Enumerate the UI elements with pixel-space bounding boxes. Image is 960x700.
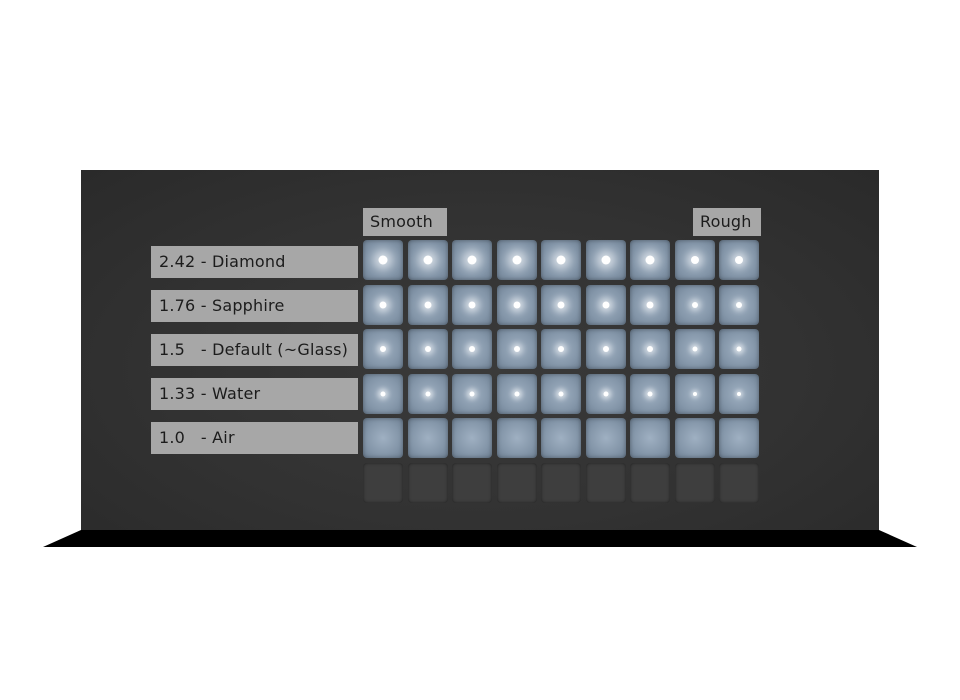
rough-label: Rough: [693, 208, 761, 236]
material-tile: [541, 418, 581, 458]
specular-highlight: [379, 301, 387, 308]
material-tile: [585, 329, 626, 369]
material-tile: [363, 240, 403, 280]
specular-highlight: [557, 301, 565, 308]
material-tile: [407, 329, 448, 369]
render-scene: Smooth Rough 2.42 - Diamond 1.76 - Sapph…: [0, 0, 960, 700]
material-tile: [496, 240, 537, 280]
row-label-water: 1.33 - Water: [151, 378, 358, 410]
specular-highlight: [646, 301, 654, 308]
material-tile: [496, 418, 537, 458]
specular-highlight: [558, 346, 564, 352]
material-tile: [363, 329, 403, 369]
empty-tile: [452, 462, 492, 503]
specular-highlight: [380, 391, 386, 396]
material-tile: [541, 329, 581, 369]
specular-highlight: [425, 391, 430, 396]
material-tile: [452, 418, 492, 458]
material-tile: [452, 373, 492, 414]
empty-tile: [674, 462, 715, 503]
specular-highlight: [512, 255, 521, 265]
specular-highlight: [424, 346, 431, 352]
row-label-sapphire: 1.76 - Sapphire: [151, 290, 358, 322]
specular-highlight: [423, 255, 432, 265]
specular-highlight: [513, 346, 520, 352]
material-tile: [496, 284, 537, 325]
material-tile: [496, 329, 537, 369]
material-tile: [452, 284, 492, 325]
material-tile: [452, 329, 492, 369]
material-tile: [585, 284, 626, 325]
specular-highlight: [602, 301, 609, 308]
empty-tile: [719, 462, 759, 503]
material-tile: [585, 418, 626, 458]
material-tile: [363, 418, 403, 458]
material-tile: [674, 240, 715, 280]
material-tile: [719, 240, 759, 280]
material-tile: [719, 373, 759, 414]
specular-highlight: [737, 391, 741, 396]
material-tile: [674, 373, 715, 414]
material-tile: [541, 373, 581, 414]
specular-highlight: [735, 256, 743, 264]
material-tile: [585, 240, 626, 280]
specular-highlight: [602, 346, 609, 352]
specular-highlight: [691, 301, 698, 308]
material-tile: [452, 240, 492, 280]
material-tile: [719, 418, 759, 458]
specular-highlight: [468, 301, 476, 308]
empty-tile: [496, 462, 537, 503]
specular-highlight: [424, 301, 431, 308]
specular-highlight: [513, 301, 520, 308]
specular-highlight: [467, 255, 477, 265]
row-label-air: 1.0 - Air: [151, 422, 358, 454]
empty-tile: [407, 462, 448, 503]
specular-highlight: [378, 255, 388, 265]
specular-highlight: [380, 346, 386, 352]
material-tile: [363, 284, 403, 325]
specular-highlight: [736, 301, 742, 308]
material-tile: [407, 284, 448, 325]
material-tile: [674, 284, 715, 325]
material-tile: [407, 373, 448, 414]
row-label-diamond: 2.42 - Diamond: [151, 246, 358, 278]
empty-tile: [630, 462, 670, 503]
specular-highlight: [469, 391, 475, 396]
material-tile: [674, 418, 715, 458]
material-tile: [630, 284, 670, 325]
smooth-label: Smooth: [363, 208, 447, 236]
material-tile: [630, 240, 670, 280]
material-tile: [585, 373, 626, 414]
material-tile: [719, 329, 759, 369]
specular-highlight: [603, 391, 608, 396]
specular-highlight: [556, 255, 566, 265]
specular-highlight: [514, 391, 519, 396]
material-tile: [407, 418, 448, 458]
specular-highlight: [690, 256, 699, 264]
specular-highlight: [469, 346, 475, 352]
material-tile: [407, 240, 448, 280]
material-tile: [630, 329, 670, 369]
empty-tile: [585, 462, 626, 503]
material-tile: [719, 284, 759, 325]
specular-highlight: [736, 346, 742, 352]
material-tile: [630, 418, 670, 458]
specular-highlight: [558, 391, 564, 396]
specular-highlight: [647, 346, 653, 352]
specular-highlight: [647, 391, 653, 396]
specular-highlight: [692, 346, 697, 352]
material-tile: [363, 373, 403, 414]
material-tile: [541, 240, 581, 280]
specular-highlight: [645, 255, 655, 265]
material-tile: [541, 284, 581, 325]
row-label-default-glass: 1.5 - Default (~Glass): [151, 334, 358, 366]
specular-highlight: [601, 255, 610, 265]
material-tile: [674, 329, 715, 369]
specular-highlight: [692, 391, 697, 396]
empty-tile: [363, 462, 403, 503]
material-tile: [496, 373, 537, 414]
material-tile: [630, 373, 670, 414]
empty-tile: [541, 462, 581, 503]
